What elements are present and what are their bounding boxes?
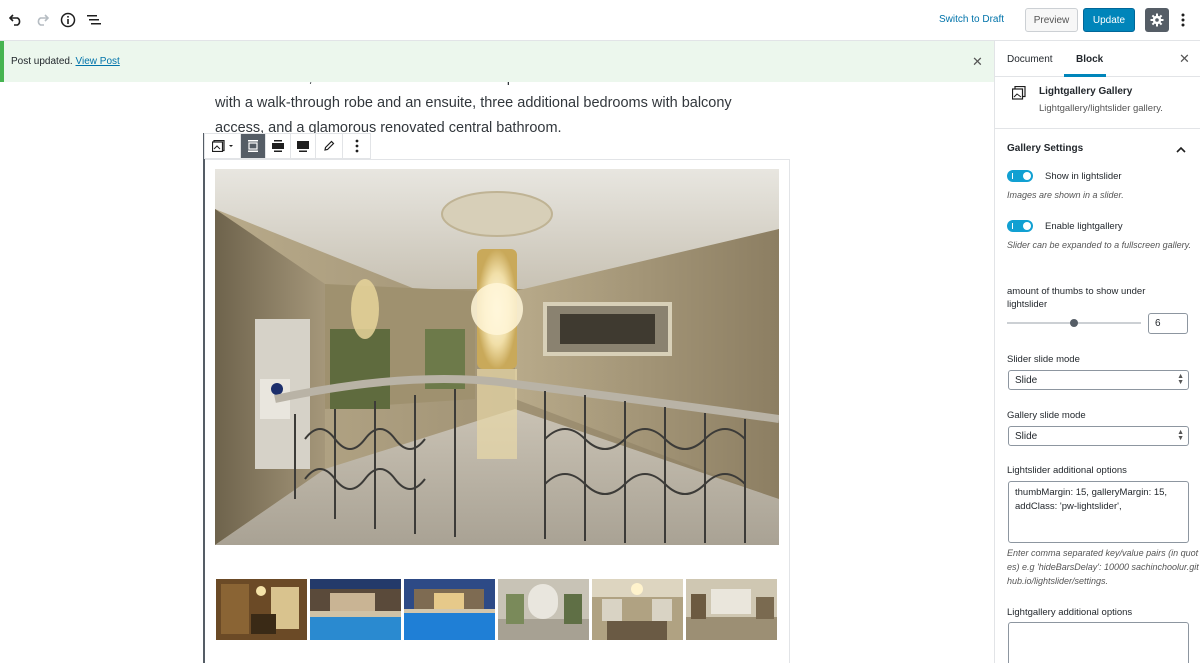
close-icon[interactable]: ✕ — [972, 54, 983, 70]
gallery-settings-body: Show in lightslider Images are shown in … — [995, 41, 1200, 663]
show-lightslider-label: Show in lightslider — [1045, 171, 1122, 182]
enable-lightgallery-toggle[interactable] — [1007, 220, 1033, 232]
slider-slide-mode-select[interactable]: Slide ▲ ▼ — [1008, 370, 1189, 390]
align-full-icon[interactable] — [291, 134, 316, 158]
preview-button[interactable]: Preview — [1025, 8, 1078, 32]
vertical-ellipsis-icon[interactable] — [1176, 10, 1190, 30]
gallery-slide-mode-label: Gallery slide mode — [1007, 410, 1086, 421]
list-icon[interactable] — [84, 10, 104, 30]
gallery-icon — [211, 140, 233, 152]
undo-icon[interactable] — [6, 10, 26, 30]
thumbnail-image[interactable] — [404, 579, 495, 640]
info-icon[interactable] — [58, 10, 78, 30]
thumbnail-image[interactable] — [216, 579, 307, 640]
thumbs-number-input[interactable]: 6 — [1148, 313, 1188, 334]
settings-sidebar: Document Block ✕ Lightgallery Gallery Li… — [994, 41, 1200, 663]
enable-lightgallery-label: Enable lightgallery — [1045, 221, 1123, 232]
show-lightslider-toggle[interactable] — [1007, 170, 1033, 182]
block-toolbar — [204, 133, 371, 159]
thumbs-amount-label: amount of thumbs to show under lightslid… — [1007, 286, 1146, 310]
lightslider-options-help: Enter comma separated key/value pairs (i… — [1007, 548, 1199, 586]
thumbnail-image[interactable] — [310, 579, 401, 640]
update-button[interactable]: Update — [1083, 8, 1135, 32]
align-wide-icon[interactable] — [266, 134, 291, 158]
switch-to-draft-button[interactable]: Switch to Draft — [939, 14, 1004, 25]
gallery-slide-mode-select[interactable]: Slide ▲ ▼ — [1008, 426, 1189, 446]
editor-content: barbecue area, a terrace and a bathroom.… — [0, 82, 994, 663]
editor-toolbar: Switch to Draft Preview Update — [0, 0, 1200, 41]
gallery-slide-mode-value: Slide — [1015, 431, 1038, 442]
select-arrows-icon: ▲ ▼ — [1177, 373, 1184, 386]
lightgallery-options-textarea[interactable] — [1008, 622, 1189, 663]
redo-icon[interactable] — [32, 10, 52, 30]
thumbnail-image[interactable] — [498, 579, 589, 640]
align-center-icon[interactable] — [241, 134, 266, 158]
show-lightslider-help: Images are shown in a slider. — [1007, 190, 1124, 200]
notice-message: Post updated. View Post — [11, 56, 120, 67]
slider-slide-mode-label: Slider slide mode — [1007, 354, 1080, 365]
slider-slide-mode-value: Slide — [1015, 375, 1038, 386]
thumbnail-image[interactable] — [686, 579, 777, 640]
block-type-switcher[interactable] — [205, 134, 241, 158]
post-updated-notice: Post updated. View Post ✕ — [0, 41, 994, 82]
lightslider-options-textarea[interactable]: thumbMargin: 15, galleryMargin: 15, addC… — [1008, 481, 1189, 543]
block-more-options-icon[interactable] — [343, 134, 370, 158]
view-post-link[interactable]: View Post — [76, 56, 120, 67]
gallery-main-image[interactable] — [215, 169, 779, 545]
lightgallery-options-label: Lightgallery additional options — [1007, 607, 1133, 618]
notice-text: Post updated. — [11, 56, 73, 67]
select-arrows-icon: ▲ ▼ — [1177, 429, 1184, 442]
gear-icon[interactable] — [1145, 8, 1169, 32]
thumbnail-image[interactable] — [592, 579, 683, 640]
enable-lightgallery-help: Slider can be expanded to a fullscreen g… — [1007, 240, 1191, 250]
pencil-icon[interactable] — [316, 134, 343, 158]
lightslider-options-label: Lightslider additional options — [1007, 465, 1127, 476]
thumbs-slider-handle[interactable] — [1070, 319, 1078, 327]
gallery-thumbnails — [216, 579, 777, 640]
